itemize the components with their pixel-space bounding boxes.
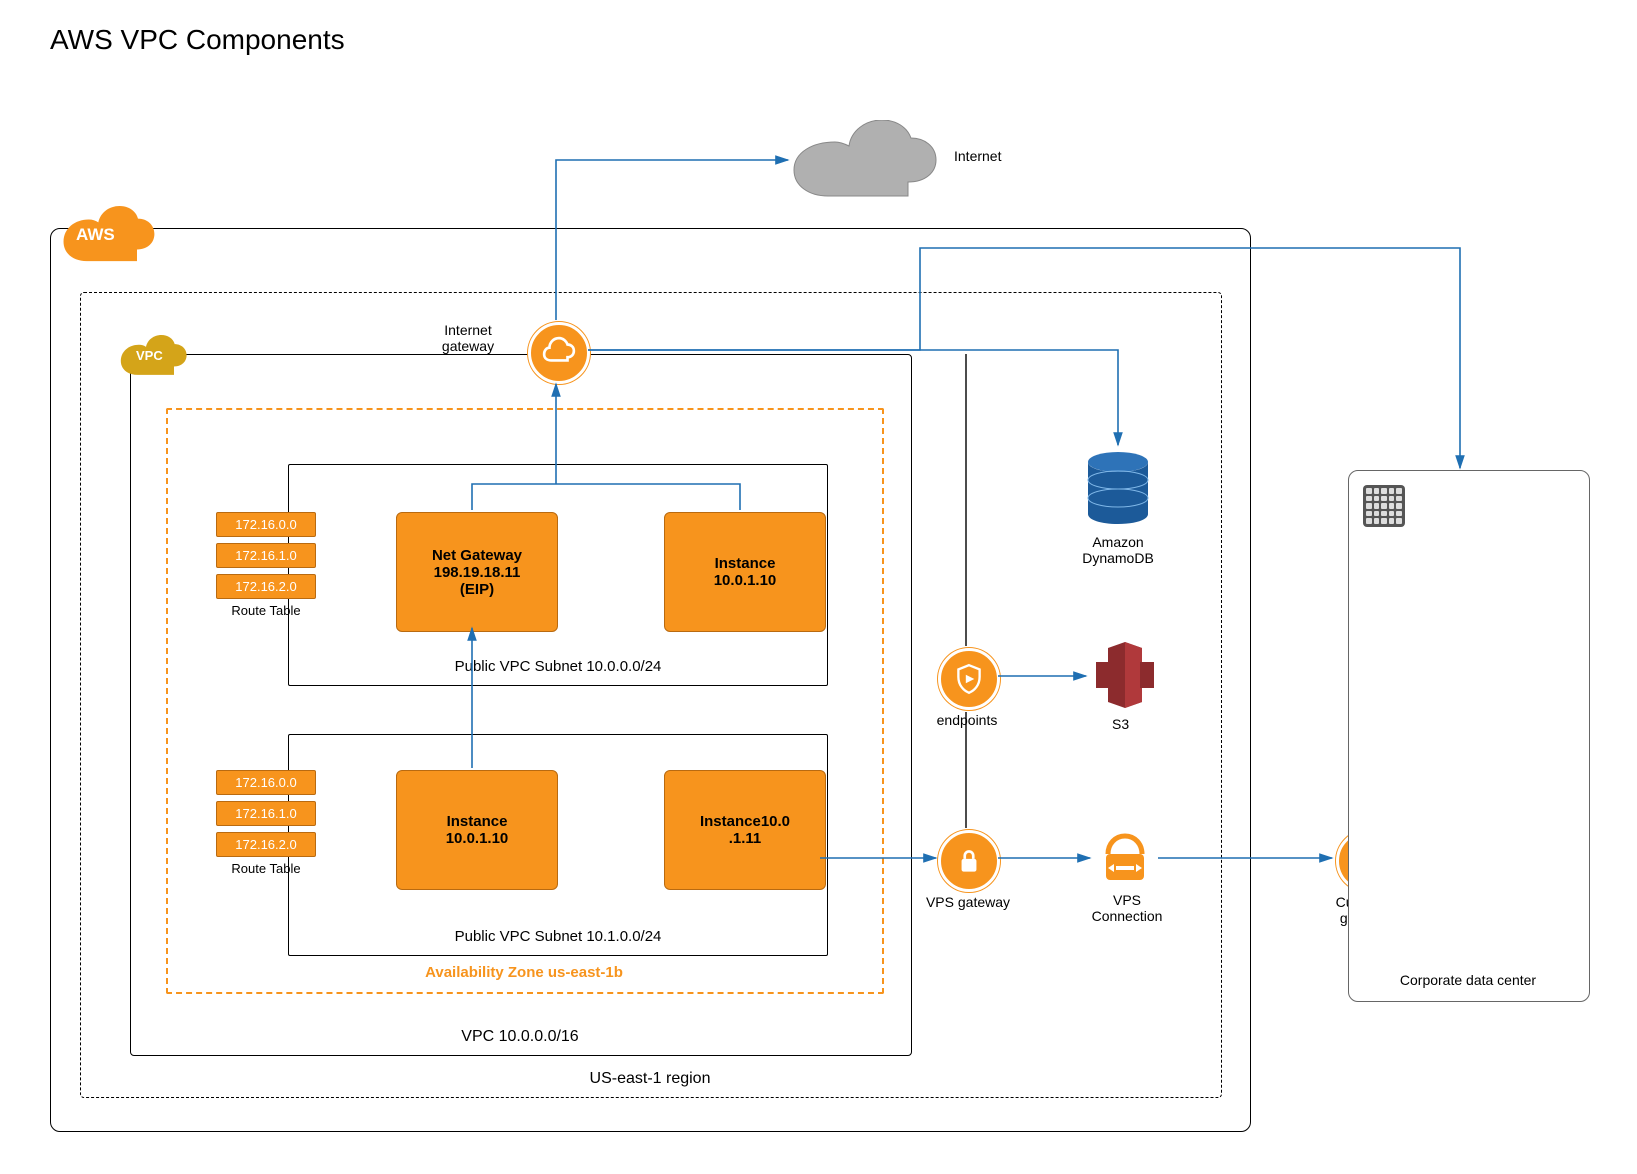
endpoints-icon [938, 648, 1000, 710]
rt2-row-0: 172.16.0.0 [216, 770, 316, 795]
building-icon [1363, 485, 1405, 527]
rt1-caption: Route Table [216, 603, 316, 618]
subnet2-instance-b: Instance10.0 .1.11 [664, 770, 826, 890]
vps-connection-icon [1094, 824, 1156, 886]
s2a-line2: 10.0.1.10 [446, 830, 509, 847]
vpc-label: VPC [136, 348, 163, 363]
internet-cloud-icon [790, 120, 940, 200]
s2b-line1: Instance10.0 [700, 813, 790, 830]
internet-label: Internet [954, 148, 1001, 164]
net-gateway-line3: (EIP) [460, 581, 494, 598]
dynamodb-l2: DynamoDB [1082, 550, 1154, 566]
igw-label-2: gateway [442, 338, 494, 354]
endpoints-label: endpoints [932, 712, 1002, 728]
internet-gateway-label: Internet gateway [428, 322, 508, 354]
net-gateway-line2: 198.19.18.11 [434, 564, 521, 581]
route-table-1: 172.16.0.0 172.16.1.0 172.16.2.0 Route T… [216, 512, 316, 618]
s1-instance-line2: 10.0.1.10 [714, 572, 777, 589]
net-gateway-line1: Net Gateway [432, 547, 522, 564]
rt2-row-2: 172.16.2.0 [216, 832, 316, 857]
igw-label-1: Internet [444, 322, 491, 338]
rt1-row-2: 172.16.2.0 [216, 574, 316, 599]
vpsc-l2: Connection [1092, 908, 1163, 924]
s2b-line2: .1.11 [729, 830, 762, 847]
rt2-caption: Route Table [216, 861, 316, 876]
s3-label: S3 [1112, 716, 1129, 732]
dynamodb-icon [1078, 448, 1158, 528]
subnet-2-label: Public VPC Subnet 10.1.0.0/24 [455, 928, 662, 945]
dynamodb-label: Amazon DynamoDB [1068, 534, 1168, 566]
corporate-dc-label: Corporate data center [1398, 972, 1538, 988]
route-table-2: 172.16.0.0 172.16.1.0 172.16.2.0 Route T… [216, 770, 316, 876]
subnet2-instance-a: Instance 10.0.1.10 [396, 770, 558, 890]
s3-icon [1090, 640, 1160, 710]
dynamodb-l1: Amazon [1092, 534, 1143, 550]
vpc-box-label: VPC 10.0.0.0/16 [461, 1028, 578, 1046]
s1-instance-line1: Instance [715, 555, 776, 572]
vps-connection-label: VPS Connection [1086, 892, 1168, 924]
availability-zone-label: Availability Zone us-east-1b [425, 964, 623, 981]
vpsc-l1: VPS [1113, 892, 1141, 908]
subnet-1-label: Public VPC Subnet 10.0.0.0/24 [455, 658, 662, 675]
rt1-row-1: 172.16.1.0 [216, 543, 316, 568]
aws-label: AWS [76, 225, 115, 245]
region-label: US-east-1 region [590, 1070, 711, 1088]
rt1-row-0: 172.16.0.0 [216, 512, 316, 537]
internet-gateway-icon [528, 322, 590, 384]
vps-gateway-label: VPS gateway [922, 894, 1014, 910]
subnet1-instance-node: Instance 10.0.1.10 [664, 512, 826, 632]
vps-gateway-icon [938, 830, 1000, 892]
s2a-line1: Instance [447, 813, 508, 830]
rt2-row-1: 172.16.1.0 [216, 801, 316, 826]
page-title: AWS VPC Components [50, 24, 345, 56]
net-gateway-node: Net Gateway 198.19.18.11 (EIP) [396, 512, 558, 632]
corporate-data-center [1348, 470, 1590, 1002]
